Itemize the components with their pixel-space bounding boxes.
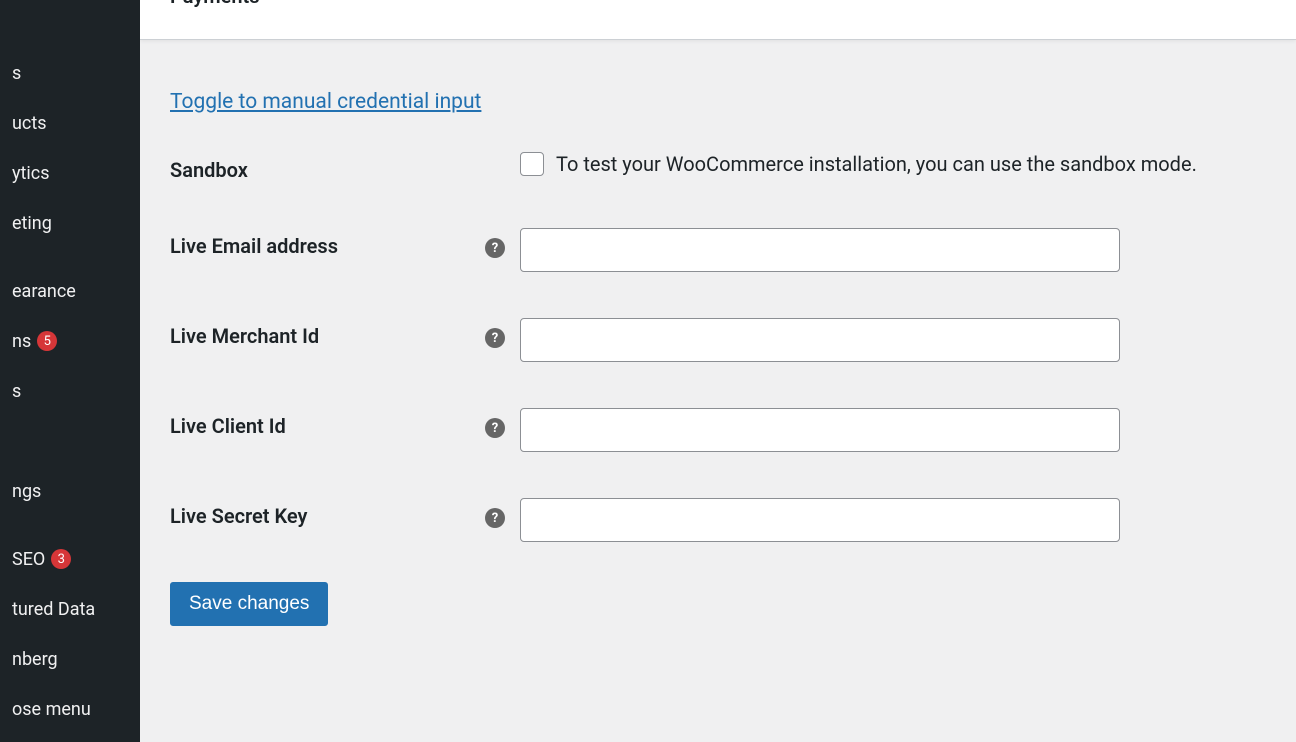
live-secret-input[interactable]	[520, 498, 1120, 542]
sidebar-item-products[interactable]: ucts	[0, 98, 140, 148]
sidebar-item-label: tured Data	[12, 599, 95, 620]
main-content: Payments Toggle to manual credential inp…	[140, 0, 1296, 742]
sidebar-item-label: nberg	[12, 649, 58, 670]
live-merchant-input[interactable]	[520, 318, 1120, 362]
sidebar-item-plugins[interactable]: ns 5	[0, 316, 140, 366]
sidebar-item-label: ns	[12, 331, 31, 352]
sidebar-item-label: eting	[12, 213, 52, 234]
sandbox-checkbox[interactable]	[520, 152, 544, 176]
sidebar-item-label: s	[12, 63, 21, 84]
sidebar-item-collapse-menu[interactable]: ose menu	[0, 684, 140, 734]
sidebar-item-structured-data[interactable]: tured Data	[0, 584, 140, 634]
row-live-email: Live Email address ?	[170, 228, 1266, 272]
sidebar-item-gutenberg[interactable]: nberg	[0, 634, 140, 684]
sidebar-item-marketing[interactable]: eting	[0, 198, 140, 248]
save-changes-button[interactable]: Save changes	[170, 582, 328, 626]
sidebar-item-users[interactable]: s	[0, 366, 140, 416]
label-sandbox: Sandbox	[170, 152, 485, 182]
update-badge: 3	[51, 549, 71, 569]
tab-payments[interactable]: Payments	[170, 0, 260, 24]
sidebar-item-appearance[interactable]: earance	[0, 266, 140, 316]
admin-sidebar: s ucts ytics eting earance ns 5 s ngs SE…	[0, 0, 140, 742]
sidebar-item-label: ytics	[12, 163, 50, 184]
row-live-merchant: Live Merchant Id ?	[170, 318, 1266, 362]
sidebar-item-label: SEO	[12, 549, 45, 570]
page-header: Payments	[140, 0, 1296, 40]
live-email-input[interactable]	[520, 228, 1120, 272]
sidebar-item-analytics[interactable]: ytics	[0, 148, 140, 198]
sidebar-item[interactable]: s	[0, 48, 140, 98]
sidebar-item-label: ngs	[12, 481, 41, 502]
label-live-client: Live Client Id	[170, 408, 485, 438]
live-client-input[interactable]	[520, 408, 1120, 452]
sidebar-item-label: ose menu	[12, 699, 91, 720]
sidebar-item-tools[interactable]	[0, 416, 140, 466]
label-live-merchant: Live Merchant Id	[170, 318, 485, 348]
help-icon[interactable]: ?	[485, 418, 505, 438]
toggle-credential-link[interactable]: Toggle to manual credential input	[170, 90, 481, 114]
sidebar-item-label: s	[12, 381, 21, 402]
row-live-secret: Live Secret Key ?	[170, 498, 1266, 542]
sidebar-item-seo[interactable]: SEO 3	[0, 534, 140, 584]
update-badge: 5	[37, 331, 57, 351]
sidebar-item-label: ucts	[12, 113, 47, 134]
help-icon[interactable]: ?	[485, 238, 505, 258]
label-live-secret: Live Secret Key	[170, 498, 485, 528]
sidebar-item-label: earance	[12, 281, 76, 302]
settings-form: Toggle to manual credential input Sandbo…	[140, 40, 1296, 656]
row-live-client: Live Client Id ?	[170, 408, 1266, 452]
sidebar-item-settings[interactable]: ngs	[0, 466, 140, 516]
sandbox-description: To test your WooCommerce installation, y…	[556, 152, 1197, 176]
label-live-email: Live Email address	[170, 228, 485, 258]
help-icon[interactable]: ?	[485, 508, 505, 528]
row-sandbox: Sandbox To test your WooCommerce install…	[170, 152, 1266, 182]
help-icon[interactable]: ?	[485, 328, 505, 348]
